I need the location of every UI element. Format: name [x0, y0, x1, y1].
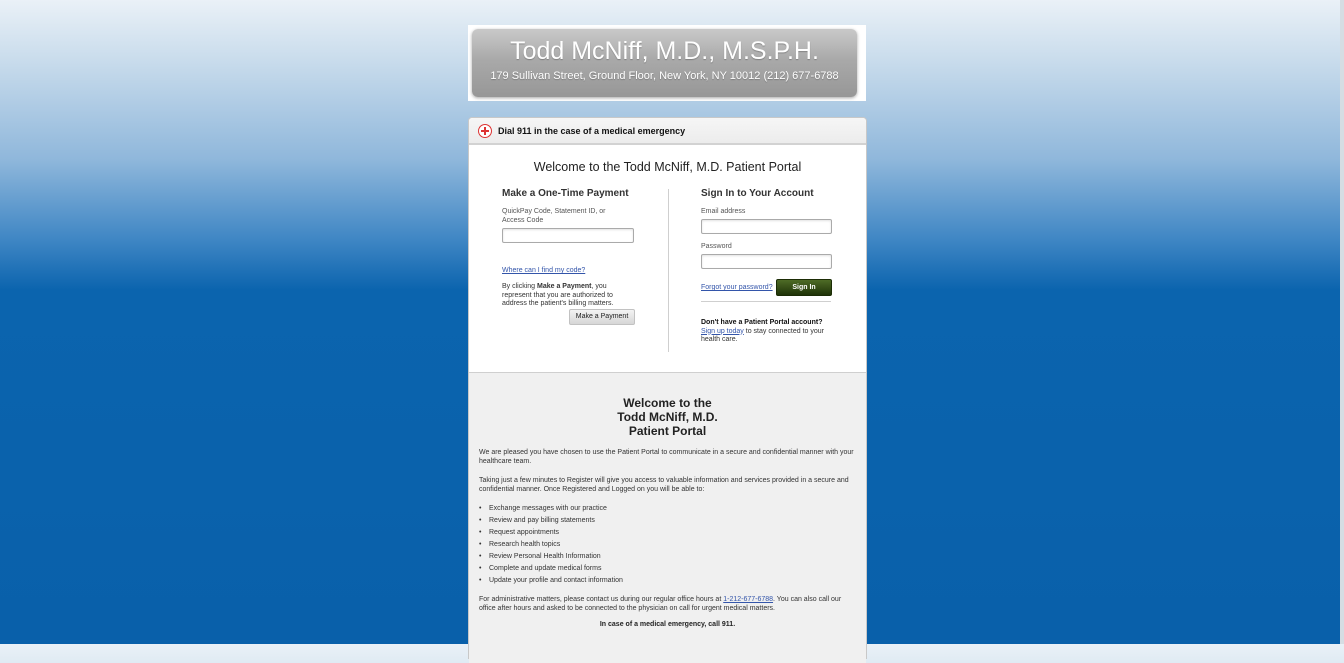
info-title: Welcome to the Todd McNiff, M.D. Patient…: [469, 396, 866, 438]
signin-panel: Sign In to Your Account Email address Pa…: [701, 188, 841, 345]
disclaimer-bold: Make a Payment: [537, 283, 592, 290]
info-paragraph-2: Taking just a few minutes to Register wi…: [479, 477, 849, 493]
emergency-bar: Dial 911 in the case of a medical emerge…: [469, 118, 866, 145]
page-scrollbar[interactable]: [1340, 0, 1344, 644]
list-item-text: Complete and update medical forms: [489, 565, 602, 572]
list-item: • Update your profile and contact informa…: [479, 577, 623, 584]
list-item: • Research health topics: [479, 541, 561, 548]
medical-cross-icon: [478, 123, 492, 138]
disclaimer-prefix: By clicking: [502, 283, 538, 290]
signin-heading: Sign In to Your Account: [701, 188, 814, 199]
phone-link[interactable]: 1-212-677-6788: [723, 596, 773, 603]
practice-address: 179 Sullivan Street, Ground Floor, New Y…: [490, 70, 839, 82]
practice-banner: Todd McNiff, M.D., M.S.P.H. 179 Sullivan…: [472, 29, 857, 97]
payment-heading: Make a One-Time Payment: [502, 188, 629, 199]
list-item: • Request appointments: [479, 529, 560, 536]
email-label: Email address: [701, 208, 746, 215]
list-item: • Complete and update medical forms: [479, 565, 602, 572]
signup-text: Sign up today to stay connected to your …: [701, 328, 831, 345]
emergency-text: Dial 911 in the case of a medical emerge…: [498, 125, 686, 136]
forgot-password-link[interactable]: Forgot your password?: [701, 284, 773, 291]
info-paragraph-1: We are pleased you have chosen to use th…: [479, 449, 854, 465]
info-section: Welcome to the Todd McNiff, M.D. Patient…: [469, 372, 866, 663]
practice-header: Todd McNiff, M.D., M.S.P.H. 179 Sullivan…: [468, 25, 866, 101]
make-payment-button[interactable]: Make a Payment: [569, 309, 635, 325]
password-field[interactable]: [701, 254, 832, 269]
list-item-text: Research health topics: [489, 541, 561, 548]
portal-columns: Make a One-Time Payment QuickPay Code, S…: [469, 174, 866, 379]
list-item: • Review Personal Health Information: [479, 553, 601, 560]
portal-card: Dial 911 in the case of a medical emerge…: [468, 117, 867, 663]
practice-title: Todd McNiff, M.D., M.S.P.H.: [510, 37, 819, 65]
sign-in-button[interactable]: Sign In: [776, 279, 832, 296]
find-code-link[interactable]: Where can I find my code?: [502, 267, 585, 274]
payment-panel: Make a One-Time Payment QuickPay Code, S…: [502, 188, 652, 325]
list-item: • Exchange messages with our practice: [479, 505, 607, 512]
password-label: Password: [701, 243, 732, 250]
payment-disclaimer: By clicking Make a Payment, you represen…: [502, 283, 614, 309]
info-paragraph-3: For administrative matters, please conta…: [479, 595, 856, 613]
quickpay-code-input[interactable]: [502, 228, 634, 243]
portal-welcome-title: Welcome to the Todd McNiff, M.D. Patient…: [533, 160, 802, 174]
feature-list: • Exchange messages with our practice • Re…: [479, 503, 866, 587]
info-title-line3: Patient Portal: [628, 424, 707, 438]
no-account-text: Don't have a Patient Portal account?: [701, 319, 823, 326]
sign-up-link[interactable]: Sign up today: [701, 328, 744, 335]
contact-prefix: For administrative matters, please conta…: [479, 596, 724, 603]
list-item-text: Exchange messages with our practice: [489, 505, 607, 512]
list-item-text: Request appointments: [489, 529, 560, 536]
info-title-line2: Todd McNiff, M.D.: [617, 410, 718, 424]
list-item-text: Update your profile and contact informat…: [489, 577, 623, 584]
list-item: • Review and pay billing statements: [479, 517, 595, 524]
quickpay-code-label: QuickPay Code, Statement ID, or Access C…: [502, 208, 606, 224]
column-divider: [668, 189, 669, 352]
signin-separator: [701, 301, 831, 302]
list-item-text: Review and pay billing statements: [489, 517, 595, 524]
info-title-line1: Welcome to the: [623, 396, 712, 410]
emergency-closing: In case of a medical emergency, call 911…: [599, 621, 736, 628]
email-field[interactable]: [701, 219, 832, 234]
list-item-text: Review Personal Health Information: [489, 553, 601, 560]
